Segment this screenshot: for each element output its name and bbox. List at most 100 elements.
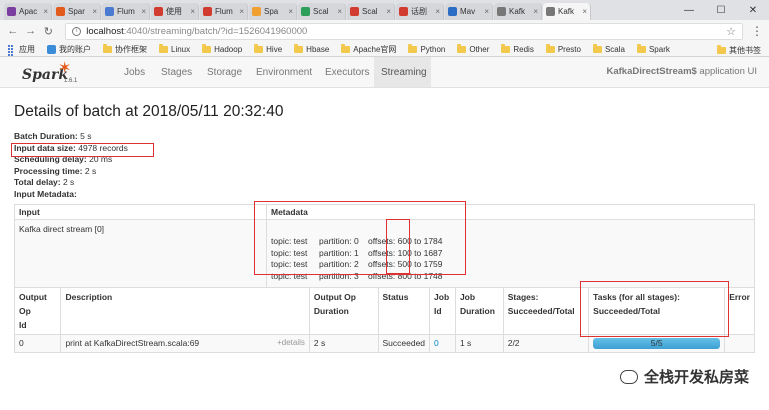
header-op-duration[interactable]: Output Op Duration [308,287,379,335]
header-job-duration[interactable]: Job Duration [454,287,504,335]
bookmark-item[interactable]: Hbase [294,43,329,54]
reload-icon[interactable]: ↻ [42,24,56,38]
browser-tab[interactable]: Mav × [445,3,493,20]
tab-close-icon[interactable]: × [484,7,489,16]
forward-icon[interactable]: → [24,24,38,38]
bookmark-label: Hive [266,44,283,54]
browser-tab[interactable]: Flum × [102,3,150,20]
bookmark-item[interactable]: Presto [545,43,581,54]
header-tasks[interactable]: Tasks (for all stages): Succeeded/Total [588,287,726,335]
status-cell: Succeeded [377,334,431,353]
bookmark-item[interactable]: 我的账户 [47,44,91,55]
back-icon[interactable]: ← [6,24,20,38]
nav-tab-storage[interactable]: Storage [200,57,249,87]
tab-close-icon[interactable]: × [43,7,48,16]
metadata-topic: topic: test [271,259,308,270]
nav-tab-jobs[interactable]: Jobs [117,57,152,87]
tab-close-icon[interactable]: × [386,7,391,16]
browser-tab[interactable]: Scal × [298,3,346,20]
bookmark-item[interactable]: Python [408,43,445,54]
nav-tab-streaming[interactable]: Streaming [374,57,431,87]
maximize-button[interactable]: ☐ [705,0,737,20]
url-path: :4040/streaming/batch/?id=1526041960000 [123,25,308,37]
bookmark-item[interactable]: Apache官网 [341,43,397,55]
browser-tab[interactable]: Kafk × [494,3,542,20]
tab-title: Scal [362,7,378,16]
tab-close-icon[interactable]: × [582,7,587,16]
bookmark-label: Apache官网 [353,44,397,54]
nav-tab-environment[interactable]: Environment [249,57,319,87]
bookmark-item[interactable]: Scala [592,43,625,54]
tab-close-icon[interactable]: × [141,7,146,16]
tab-close-icon[interactable]: × [288,7,293,16]
browser-tab[interactable]: Spar × [53,3,101,20]
tab-favicon-icon [7,7,16,16]
info-icon[interactable]: i [72,26,82,36]
bookmark-item[interactable]: Redis [501,43,534,54]
header-stages[interactable]: Stages: Succeeded/Total [502,287,590,335]
browser-tab[interactable]: Flum × [200,3,248,20]
browser-tab[interactable]: Scal × [347,3,395,20]
other-bookmarks[interactable]: 其他书签 [717,45,761,56]
bookmark-item[interactable]: Spark [636,43,670,54]
bookmark-item[interactable]: Linux [159,43,190,54]
browser-tab[interactable]: Kafk × [543,3,591,20]
metadata-offsets: offsets: 500 to 1759 [368,259,443,270]
summary-row: Input data size: 4978 records [14,143,128,155]
browser-tab[interactable]: Apac × [4,3,52,20]
job-id-link[interactable]: 0 [429,334,456,353]
minimize-button[interactable]: — [673,0,705,20]
bookmark-label: 协作框架 [115,44,147,54]
browser-tab[interactable]: Spa × [249,3,297,20]
tab-close-icon[interactable]: × [190,7,195,16]
address-bar[interactable]: i localhost:4040/streaming/batch/?id=152… [65,22,744,40]
bookmark-item[interactable]: 应用 [8,44,35,59]
tab-favicon-icon [399,7,408,16]
spark-navbar: Spark ✶ 1.6.1 Jobs Stages Storage Environme… [0,57,769,88]
menu-icon[interactable]: ⋮ [751,24,763,38]
bookmark-item[interactable]: Hive [254,43,283,54]
close-window-button[interactable]: ✕ [737,0,769,20]
summary-label: Input Metadata: [14,188,77,199]
metadata-line: topic: test partition: 2 offsets: 500 to 1… [271,259,750,271]
bookmark-label: 我的账户 [59,44,91,54]
tab-close-icon[interactable]: × [533,7,538,16]
summary-row: Total delay: 2 s [14,177,128,189]
tab-close-icon[interactable]: × [435,7,440,16]
job-duration-cell: 1 s [454,334,504,353]
tab-close-icon[interactable]: × [337,7,342,16]
header-status[interactable]: Status [377,287,431,335]
summary-row: Scheduling delay: 20 ms [14,154,128,166]
summary-value: 5 s [77,131,92,141]
nav-tab-stages[interactable]: Stages [154,57,199,87]
watermark: 全栈开发私房菜 [619,366,749,387]
error-cell [724,334,755,353]
page-title: Details of batch at 2018/05/11 20:32:40 [14,103,284,120]
metadata-topic: topic: test [271,270,308,281]
header-job-id[interactable]: Job Id [429,287,456,335]
header-description[interactable]: Description [60,287,310,335]
spark-logo[interactable]: Spark ✶ 1.6.1 [22,60,82,86]
browser-tab[interactable]: 话剧 × [396,3,444,20]
window-controls: — ☐ ✕ [673,0,769,20]
tab-favicon-icon [350,7,359,16]
nav-tab-executors[interactable]: Executors [318,57,376,87]
header-error[interactable]: Error [724,287,755,335]
bookmarks-bar: 应用 我的账户 协作框架 Linux Hadoop Hive Hbase Apache官网 Py… [0,42,769,59]
tab-close-icon[interactable]: × [92,7,97,16]
tab-title: 使用 [166,7,182,16]
header-op-id[interactable]: Output Op Id [13,287,62,335]
browser-tab[interactable]: 使用 × [151,3,199,20]
bookmark-item[interactable]: Hadoop [202,43,242,54]
details-link[interactable]: +details [277,338,305,347]
folder-icon [254,43,264,53]
summary-label: Total delay: [14,177,61,187]
bookmark-label: Other [469,44,490,54]
tab-favicon-icon [56,7,65,16]
bookmark-star-icon[interactable]: ☆ [726,25,736,38]
op-id-cell: 0 [13,334,62,353]
bookmark-item[interactable]: 协作框架 [103,43,147,55]
tab-close-icon[interactable]: × [239,7,244,16]
bookmark-item[interactable]: Other [457,43,490,54]
metadata-cell: topic: test partition: 0 offsets: 600 to 1… [266,219,755,291]
